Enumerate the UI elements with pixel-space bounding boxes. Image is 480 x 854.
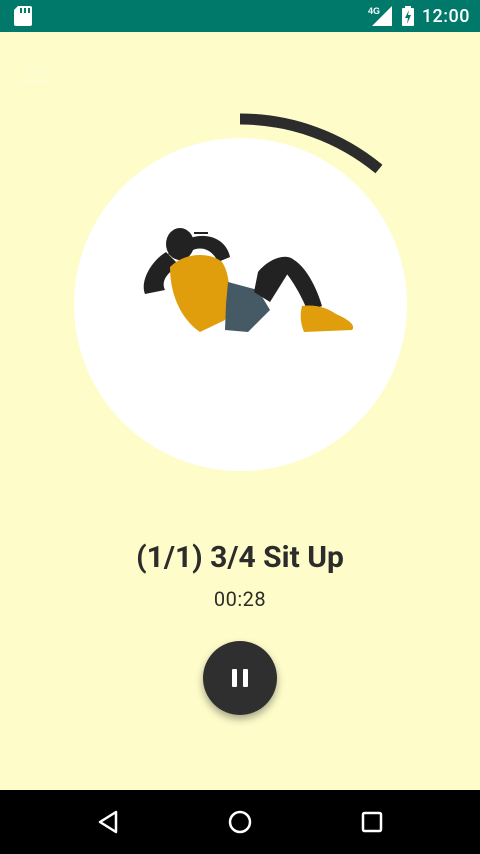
home-icon[interactable] <box>224 806 256 838</box>
sit-up-illustration <box>130 222 360 352</box>
back-icon[interactable] <box>92 806 124 838</box>
recents-icon[interactable] <box>356 806 388 838</box>
exercise-timer: 00:28 <box>213 587 267 611</box>
pause-button[interactable] <box>203 641 277 715</box>
network-type-label: 4G <box>368 6 380 16</box>
sd-card-icon <box>14 6 32 26</box>
clock: 12:00 <box>421 5 470 27</box>
workout-screen: (1/1) 3/4 Sit Up 00:28 <box>0 32 480 790</box>
battery-icon <box>401 6 414 26</box>
status-bar: 4G 12:00 <box>0 0 480 32</box>
pause-icon <box>230 667 250 689</box>
system-navigation-bar <box>0 790 480 854</box>
exercise-title: (1/1) 3/4 Sit Up <box>136 540 344 575</box>
signal-icon: 4G <box>368 6 394 26</box>
